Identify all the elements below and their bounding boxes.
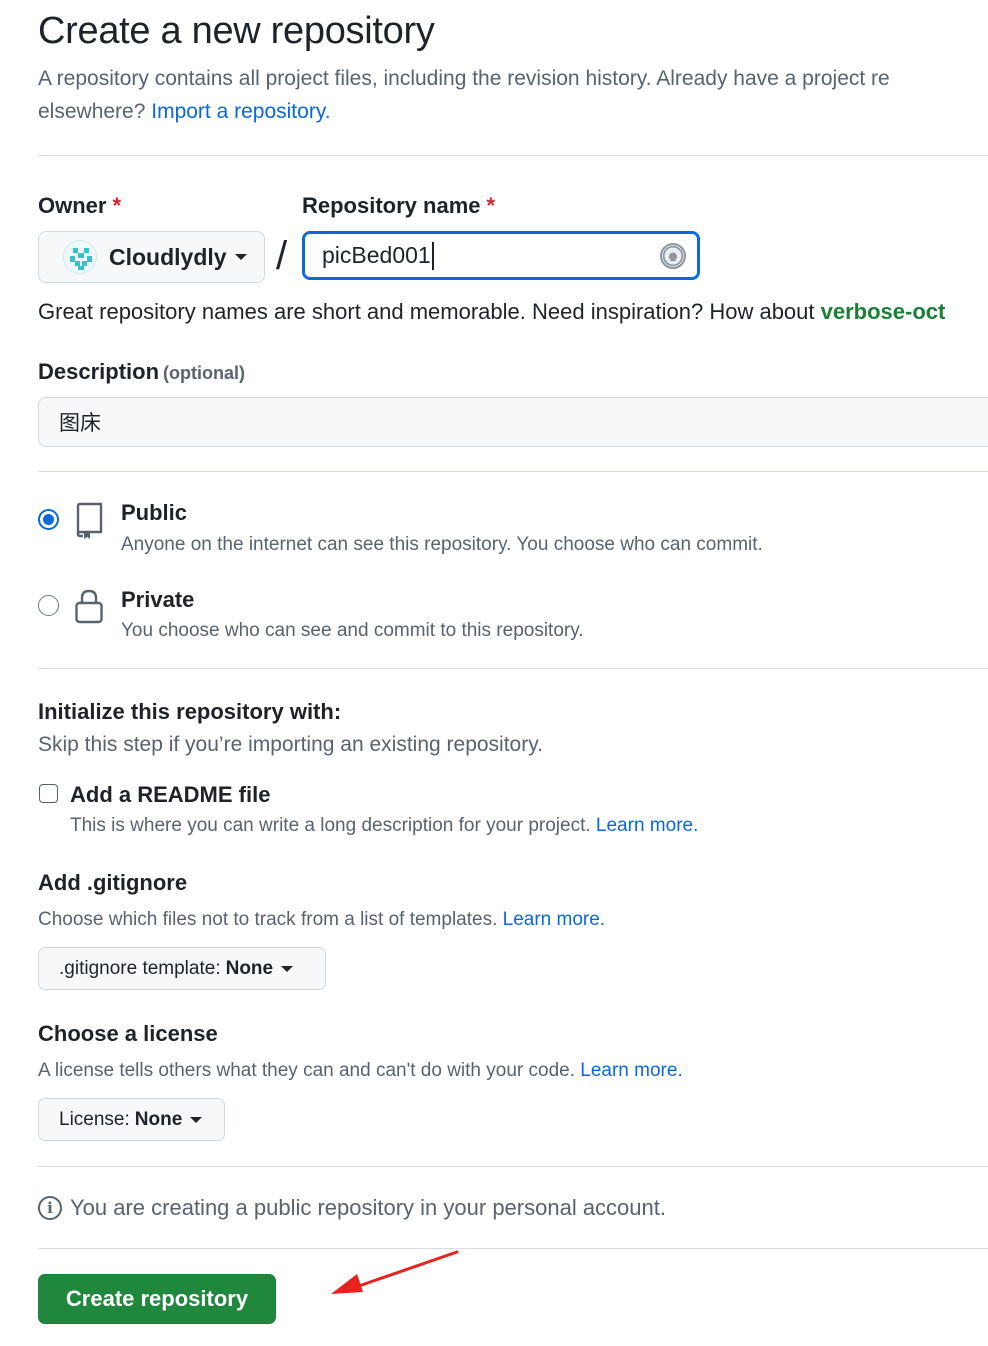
divider — [38, 668, 988, 669]
divider — [38, 471, 988, 472]
name-suggestion-link[interactable]: verbose-oct — [821, 299, 946, 324]
owner-label-text: Owner — [38, 193, 107, 218]
repo-name-hint: Great repository names are short and mem… — [38, 299, 945, 325]
page-subtitle: A repository contains all project files,… — [38, 62, 988, 128]
add-readme-label[interactable]: Add a README file — [70, 782, 270, 808]
license-title: Choose a license — [38, 1021, 218, 1046]
readme-description-text: This is where you can write a long descr… — [70, 815, 591, 836]
repo-name-label-text: Repository name — [302, 193, 481, 218]
gitignore-description-text: Choose which files not to track from a l… — [38, 909, 498, 930]
chevron-down-icon — [234, 254, 247, 260]
license-description: A license tells others what they can and… — [38, 1060, 683, 1082]
required-mark: * — [486, 193, 496, 218]
repo-name-label: Repository name * — [302, 193, 495, 219]
avatar — [63, 240, 97, 274]
owner-select-button[interactable]: Cloudlydly — [38, 231, 265, 283]
create-repository-page: Create a new repository A repository con… — [0, 0, 988, 1346]
readme-learn-more-link[interactable]: Learn more. — [596, 815, 698, 836]
license-select-value: None — [134, 1108, 183, 1130]
gitignore-description: Choose which files not to track from a l… — [38, 909, 605, 931]
divider — [38, 1166, 988, 1167]
chevron-down-icon — [281, 965, 294, 972]
license-description-text: A license tells others what they can and… — [38, 1060, 575, 1081]
subtitle-line2: elsewhere? Import a repository. — [38, 95, 988, 128]
chevron-down-icon — [190, 1116, 203, 1123]
repo-name-value: picBed001 — [322, 242, 431, 268]
import-repository-link[interactable]: Import a repository. — [151, 100, 330, 123]
gitignore-title: Add .gitignore — [38, 870, 188, 895]
subtitle-elsewhere-text: elsewhere? — [38, 100, 146, 123]
gitignore-learn-more-link[interactable]: Learn more. — [503, 909, 605, 930]
hint-text: Great repository names are short and mem… — [38, 299, 815, 324]
owner-name: Cloudlydly — [109, 243, 227, 270]
license-select[interactable]: License: None — [38, 1098, 225, 1141]
initialize-title: Initialize this repository with: — [38, 699, 342, 724]
private-description: You choose who can see and commit to thi… — [121, 620, 584, 641]
readme-description: This is where you can write a long descr… — [70, 815, 698, 837]
private-title: Private — [121, 587, 195, 612]
description-label-text: Description — [38, 359, 160, 384]
add-readme-checkbox[interactable] — [39, 784, 58, 803]
description-input[interactable]: 图床 — [38, 397, 988, 447]
visibility-notice-text: You are creating a public repository in … — [70, 1195, 666, 1220]
description-value: 图床 — [59, 412, 101, 435]
repo-name-input[interactable]: picBed001 — [302, 231, 700, 280]
gitignore-select-prefix: .gitignore template: — [59, 957, 221, 979]
required-mark: * — [112, 193, 122, 218]
private-radio[interactable] — [38, 595, 59, 616]
subtitle-line1: A repository contains all project files,… — [38, 67, 890, 90]
gitignore-template-select[interactable]: .gitignore template: None — [38, 947, 326, 990]
info-icon: i — [38, 1196, 62, 1220]
public-title: Public — [121, 500, 188, 525]
public-description: Anyone on the internet can see this repo… — [121, 534, 763, 555]
identicon-icon — [64, 241, 96, 273]
annotation-arrow-icon — [331, 1250, 459, 1294]
owner-repo-separator: / — [276, 234, 288, 278]
license-select-prefix: License: — [59, 1108, 130, 1130]
availability-check-icon — [660, 243, 686, 269]
create-repository-button[interactable]: Create repository — [38, 1274, 276, 1324]
owner-label: Owner * — [38, 193, 121, 219]
optional-tag: (optional) — [163, 363, 246, 383]
repo-icon — [76, 502, 103, 539]
text-cursor — [431, 241, 434, 270]
description-label: Description (optional) — [38, 359, 245, 385]
divider — [38, 155, 988, 156]
divider — [38, 1248, 988, 1249]
public-radio[interactable] — [38, 509, 59, 530]
page-title: Create a new repository — [38, 10, 435, 52]
initialize-subtitle: Skip this step if you’re importing an ex… — [38, 733, 544, 756]
visibility-notice: i You are creating a public repository i… — [38, 1195, 666, 1221]
gitignore-select-value: None — [225, 957, 274, 979]
lock-icon — [75, 589, 103, 624]
license-learn-more-link[interactable]: Learn more. — [580, 1060, 682, 1081]
